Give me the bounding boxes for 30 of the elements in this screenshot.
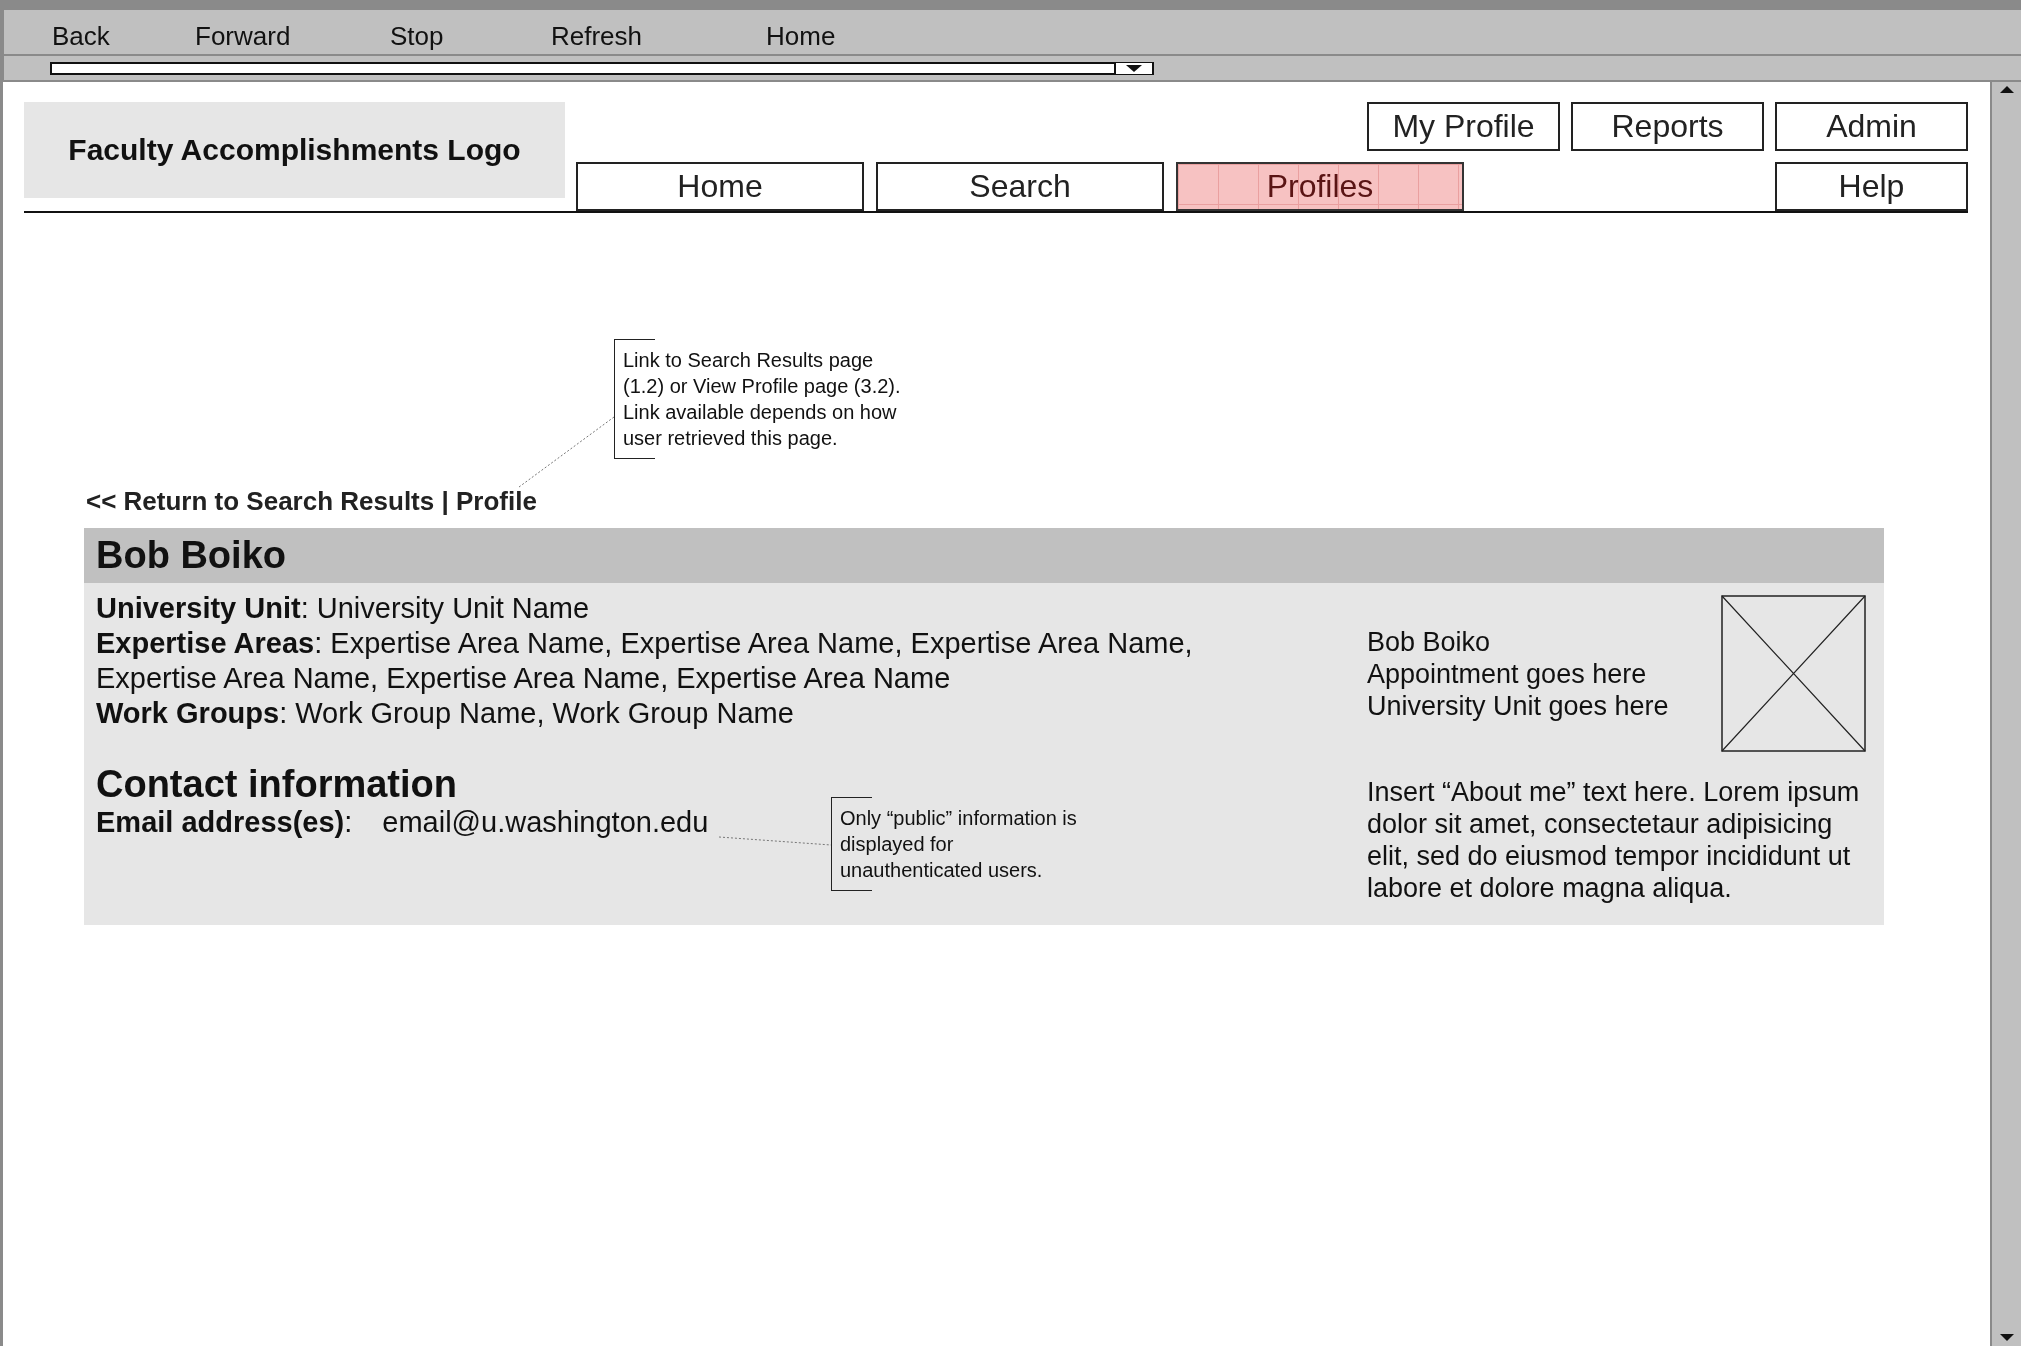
nav-tab[interactable]: Home [576, 162, 864, 211]
field-label: Email address(es): [96, 805, 353, 840]
logo-banner: Faculty Accomplishments Logo [24, 102, 565, 198]
summary-line: Appointment goes here [1367, 657, 1648, 690]
nav-tab[interactable]: Admin [1775, 102, 1968, 151]
toolbar-button[interactable]: Home [766, 21, 836, 54]
nav-tab[interactable]: Reports [1571, 102, 1764, 151]
toolbar-button[interactable]: Stop [390, 21, 444, 54]
section-heading: Contact information [96, 763, 458, 805]
nav-tab[interactable]: My Profile [1367, 102, 1560, 151]
scroll-down-icon[interactable] [1999, 1334, 2014, 1342]
toolbar-button[interactable]: Forward [195, 21, 291, 54]
scroll-up-icon[interactable] [1999, 86, 2014, 94]
profile-field: Expertise Areas: Expertise Area Name, Expertise Area Name, Expertise Area Name, Expertise Area Name, Expertise Area Name, Expertise Area Name [96, 626, 1231, 696]
profile-field: Work Groups: Work Group Name, Work Group Name [96, 696, 1231, 731]
nav-tab[interactable]: Help [1775, 162, 1968, 211]
breadcrumb-link[interactable]: << Return to Search Results | Profile [86, 486, 537, 516]
email-text: email@u.washington.edu [382, 805, 709, 840]
toolbar-button[interactable]: Refresh [551, 21, 643, 54]
nav-tab[interactable]: Search [876, 162, 1164, 211]
annotation-note: Only “public” information is displayed for unauthenticated users. [840, 806, 1078, 883]
summary-line: University Unit goes here [1367, 689, 1669, 722]
summary-line: Bob Boiko [1367, 625, 1492, 658]
profile-field: University Unit: University Unit Name [96, 591, 1231, 626]
nav-tab[interactable]: Profiles [1176, 162, 1464, 211]
toolbar-button[interactable]: Back [52, 21, 110, 54]
address-field[interactable] [50, 61, 1154, 75]
about-me-text: Insert “About me” text here. Lorem ipsum dolor sit amet, consectetaur adipisicing elit, sed do eiusmod tempor incididunt ut labore et dolore magna aliqua. [1367, 776, 1861, 904]
profile-name-heading: Bob Boiko [84, 528, 1884, 583]
annotation-note: Link to Search Results page (1.2) or View Profile page (3.2). Link available depends on how user retrieved this page. [623, 348, 902, 451]
